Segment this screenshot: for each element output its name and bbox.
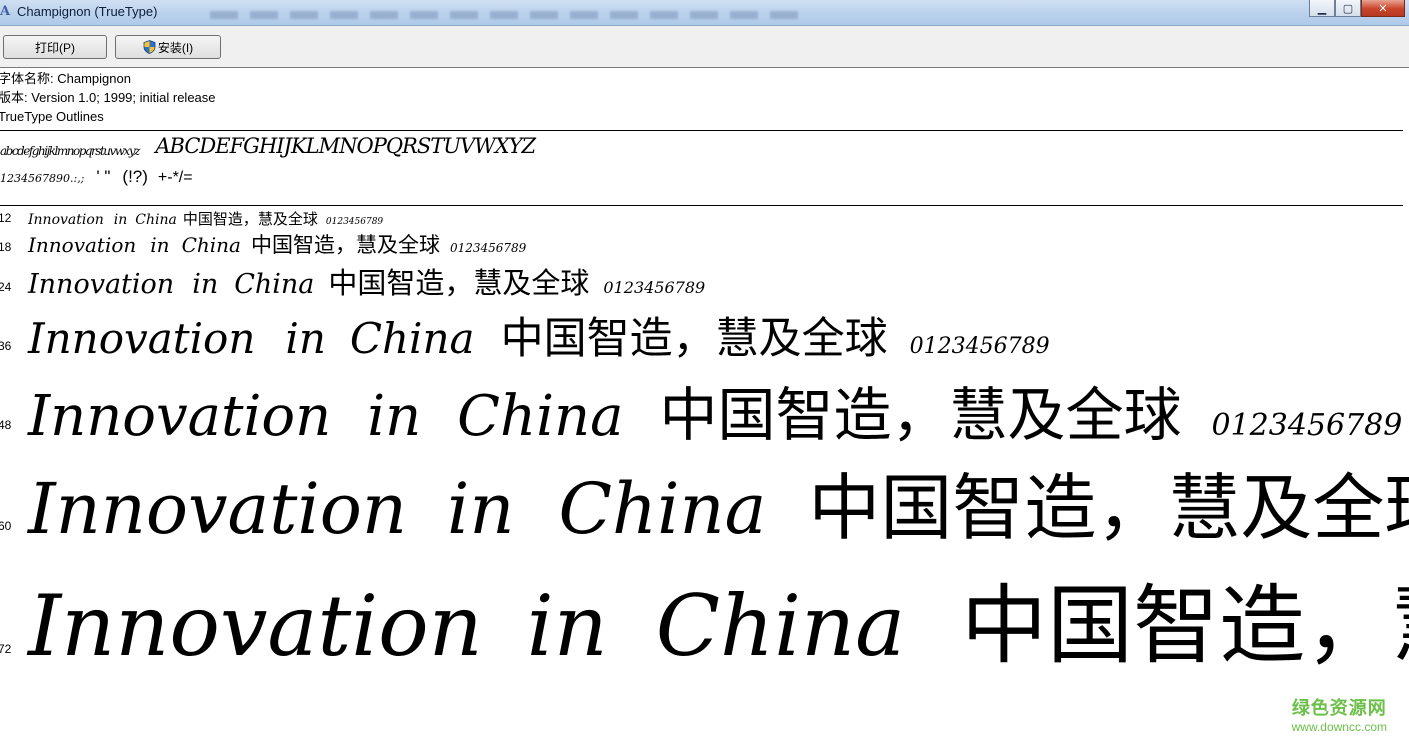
sample-latin-word: Innovation <box>28 468 407 550</box>
font-name-label: 字体名称: Champignon <box>0 71 131 86</box>
sample-row: Innovation in China 中国智造，慧及全球 0123456789 <box>28 368 1402 452</box>
sample-latin-word: China <box>135 212 177 228</box>
font-outline-label: TrueType Outlines <box>0 109 104 124</box>
sample-size-label: 60 <box>0 519 12 533</box>
charset-digits: 1234567890.:,; <box>0 172 85 185</box>
sample-latin-word: China <box>457 384 624 449</box>
sample-latin-word: Innovation <box>28 577 483 675</box>
close-button[interactable]: ✕ <box>1361 0 1405 17</box>
sample-cjk-text: 中国智造，慧及全球 <box>500 314 888 364</box>
sample-size-label: 12 <box>0 211 12 225</box>
sample-latin-word: in <box>446 468 515 550</box>
charset-paren: (!?) <box>122 167 148 186</box>
title-bar: A Champignon (TrueType) ▁ ▢ ✕ <box>0 0 1409 26</box>
charset-operators: +-*/= <box>157 169 193 186</box>
sample-digits: 0123456789 <box>909 334 1050 359</box>
watermark-url: www.downcc.com <box>1291 720 1387 734</box>
sample-row: Innovation in China 中国智造，慧及全球 0123456789 <box>28 260 705 302</box>
maximize-button[interactable]: ▢ <box>1335 0 1361 17</box>
sample-latin-word: China <box>181 233 241 257</box>
print-button-label: 打印(P) <box>35 40 75 55</box>
sample-cjk-text: 中国智造，慧及全球 <box>659 381 1182 449</box>
font-file-icon: A <box>0 4 11 19</box>
sample-latin-word: China <box>234 269 315 300</box>
sample-latin-word: Innovation <box>28 212 104 228</box>
window-title: Champignon (TrueType) <box>17 4 158 19</box>
sample-row: Innovation in China 中国智造，慧及全球 0123456789 <box>28 208 383 229</box>
sample-size-label: 18 <box>0 240 12 254</box>
sample-size-label: 48 <box>0 418 12 432</box>
sample-latin-word: in <box>192 269 219 300</box>
charset-row-symbols: 1234567890.:,; ' " (!?) +-*/= <box>0 167 193 187</box>
sample-cjk-text: 中国智造，慧及全球 <box>328 266 590 300</box>
sample-latin-word: Innovation <box>28 269 175 300</box>
sample-row: Innovation in China 中国智造，慧及全球 <box>28 555 1409 680</box>
sample-latin-word: in <box>367 384 422 449</box>
print-button[interactable]: 打印(P) <box>3 35 107 59</box>
sample-size-label: 72 <box>0 642 12 656</box>
window-controls: ▁ ▢ ✕ <box>1309 0 1405 18</box>
sample-size-label: 36 <box>0 339 12 353</box>
sample-latin-word: Innovation <box>28 384 332 449</box>
toolbar: 打印(P) 安装(I) <box>0 26 1409 68</box>
charset-quotes: ' " <box>96 167 111 186</box>
sample-cjk-text: 中国智造，慧及全球 <box>961 576 1409 676</box>
sample-latin-word: in <box>113 212 128 228</box>
sample-latin-word: China <box>655 577 906 675</box>
uac-shield-icon <box>143 40 156 54</box>
divider <box>0 205 1403 206</box>
sample-cjk-text: 中国智造，慧及全球 <box>250 233 440 257</box>
sample-row: Innovation in China 中国智造，慧及全球 0123456789 <box>28 304 1050 366</box>
font-version-label: 版本: Version 1.0; 1999; initial release <box>0 90 216 105</box>
sample-size-label: 24 <box>0 280 12 294</box>
sample-digits: 0123456789 <box>449 241 527 255</box>
sample-latin-word: China <box>558 468 767 550</box>
sample-digits: 0123456789 <box>325 217 384 227</box>
charset-lowercase: abcdefghijklmnopqrstuvwxyz <box>0 144 140 158</box>
sample-row: Innovation in China 中国智造，慧及全球 0123456789 <box>28 229 526 259</box>
watermark-name: 绿色资源网 <box>1291 698 1387 718</box>
install-button-label: 安装(I) <box>157 40 194 55</box>
minimize-button[interactable]: ▁ <box>1309 0 1335 17</box>
sample-latin-word: Innovation <box>28 233 137 257</box>
sample-latin-word: Innovation <box>28 314 256 363</box>
sample-latin-word: in <box>526 577 608 675</box>
sample-row: InnovationinChina中国智造，慧及全球0123456789 <box>28 449 1409 554</box>
sample-latin-word: in <box>285 314 326 363</box>
sample-latin-word: in <box>150 233 170 257</box>
sample-digits: 0123456789 <box>1211 408 1403 443</box>
charset-row-letters: abcdefghijklmnopqrstuvwxyz ABCDEFGHIJKLM… <box>0 134 536 158</box>
charset-uppercase: ABCDEFGHIJKLMNOPQRSTUVWXYZ <box>155 134 536 158</box>
sample-cjk-text: 中国智造，慧及全球 <box>182 210 318 228</box>
install-button[interactable]: 安装(I) <box>115 35 221 59</box>
sample-digits: 0123456789 <box>603 278 706 297</box>
watermark: 绿色资源网 www.downcc.com <box>1292 694 1387 734</box>
sample-cjk-text: 中国智造，慧及全球 <box>808 466 1409 550</box>
blurred-background-text <box>210 11 810 19</box>
divider <box>0 130 1403 131</box>
sample-latin-word: China <box>349 314 475 363</box>
